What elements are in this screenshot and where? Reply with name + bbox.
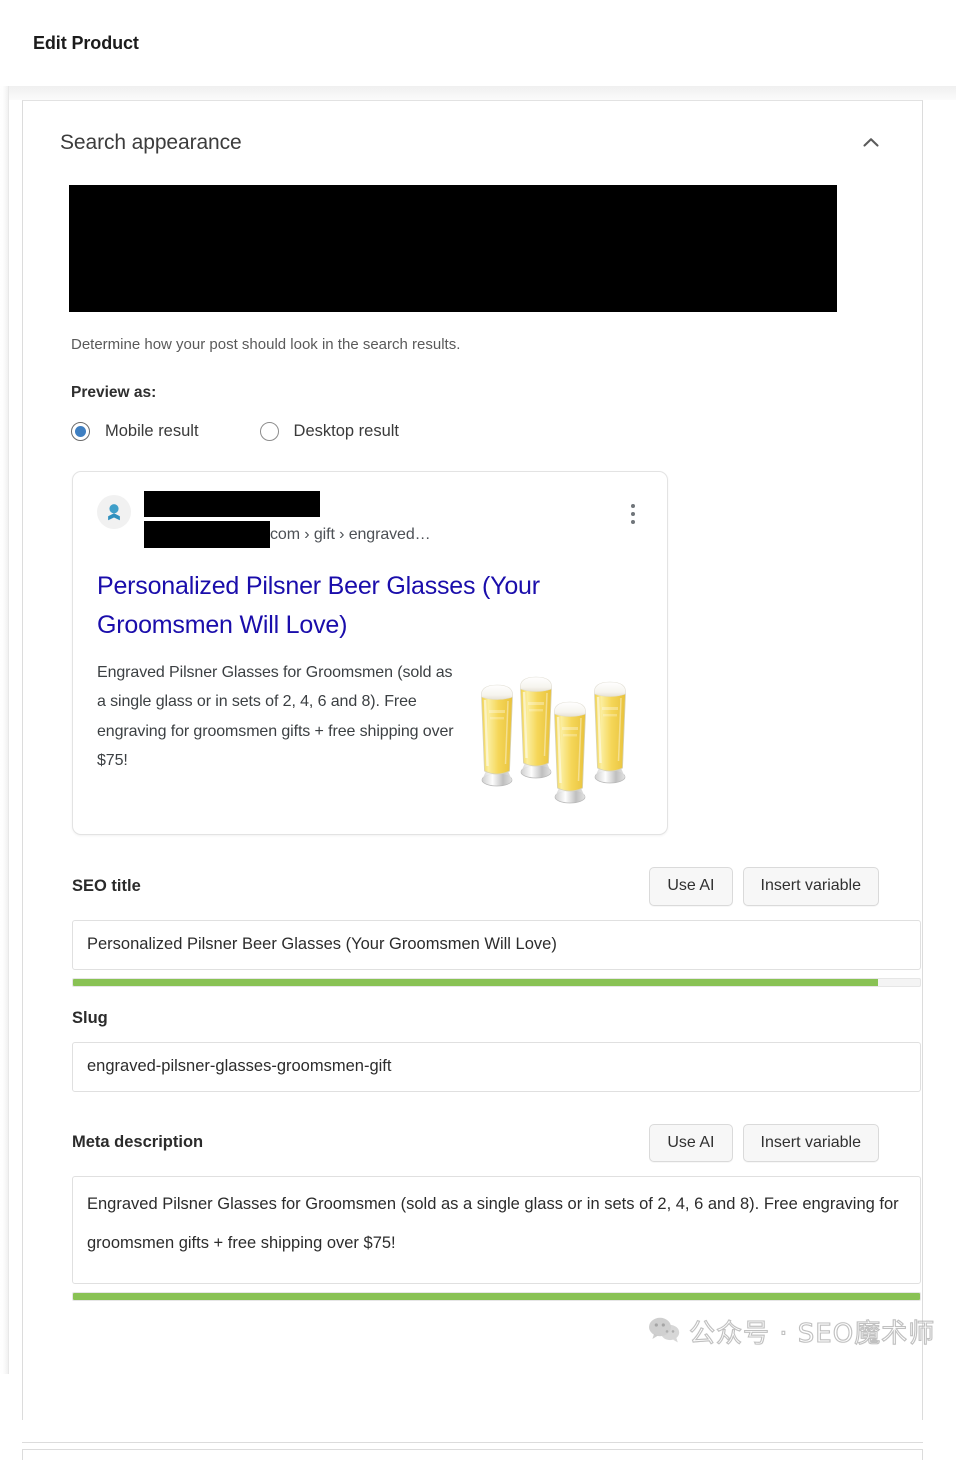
preview-mode-radio-group: Mobile result Desktop result [71, 422, 888, 441]
radio-mobile-result-label: Mobile result [105, 422, 199, 440]
panel-bottom-divider [22, 1442, 923, 1443]
seo-title-input[interactable] [72, 919, 921, 970]
next-panel-top-edge [22, 1449, 923, 1460]
chevron-up-icon[interactable] [854, 126, 888, 160]
meta-description-textarea[interactable] [72, 1176, 921, 1285]
site-favicon-icon [97, 495, 131, 529]
kebab-menu-icon[interactable] [621, 497, 645, 531]
redacted-preview-banner [69, 185, 837, 312]
preview-as-label: Preview as: [71, 384, 157, 401]
seo-title-insert-variable-button[interactable]: Insert variable [742, 867, 879, 906]
pilsner-beer-glasses-image [470, 660, 645, 810]
serp-preview-card: com › gift › engraved… Personalized Pils… [72, 471, 668, 835]
meta-description-length-meter [72, 1292, 921, 1302]
seo-title-header: SEO title Use AI Insert variable [72, 867, 888, 906]
serp-result-description: Engraved Pilsner Glasses for Groomsmen (… [97, 664, 454, 770]
radio-selected-icon [71, 422, 90, 441]
app-topbar: Edit Product [0, 0, 956, 86]
slug-label: Slug [72, 1008, 108, 1027]
meta-description-actions: Use AI Insert variable [649, 1123, 879, 1163]
panel-header: Search appearance [23, 101, 922, 185]
serp-url-row: com › gift › engraved… [144, 521, 621, 548]
search-appearance-panel: Search appearance Determine how your pos… [22, 100, 923, 1420]
seo-title-meter-fill [73, 978, 878, 986]
kebab-dot [631, 504, 635, 508]
meta-description-header: Meta description Use AI Insert variable [72, 1123, 888, 1163]
page-title: Edit Product [33, 32, 139, 53]
left-gutter [0, 86, 9, 1374]
serp-site-identity: com › gift › engraved… [144, 491, 621, 548]
radio-unselected-icon [259, 422, 279, 441]
seo-title-use-ai-button[interactable]: Use AI [649, 867, 733, 906]
meta-description-meter-fill [73, 1293, 920, 1301]
radio-mobile-result[interactable]: Mobile result [71, 422, 199, 441]
radio-desktop-result[interactable]: Desktop result [259, 422, 400, 441]
redacted-site-name [144, 491, 320, 517]
meta-description-insert-variable-button[interactable]: Insert variable [742, 1123, 879, 1163]
slug-input[interactable] [72, 1041, 921, 1092]
kebab-dot [631, 520, 635, 524]
redacted-domain [144, 521, 270, 548]
content-scroll-shell: Search appearance Determine how your pos… [0, 86, 956, 1460]
panel-body: Determine how your post should look in t… [23, 185, 922, 1302]
serp-body-row: Engraved Pilsner Glasses for Groomsmen (… [97, 658, 645, 810]
radio-desktop-result-label: Desktop result [293, 422, 400, 440]
seo-title-label: SEO title [72, 876, 141, 895]
serp-result-title[interactable]: Personalized Pilsner Beer Glasses (Your … [97, 567, 645, 645]
serp-url-breadcrumb: com › gift › engraved… [270, 525, 431, 543]
kebab-dot [631, 512, 635, 516]
seo-title-actions: Use AI Insert variable [649, 867, 879, 906]
meta-description-use-ai-button[interactable]: Use AI [649, 1123, 733, 1163]
seo-title-length-meter [72, 977, 921, 987]
meta-description-label: Meta description [72, 1133, 204, 1152]
serp-header-row: com › gift › engraved… [97, 491, 645, 548]
panel-top-strip [9, 86, 956, 100]
panel-help-text: Determine how your post should look in t… [71, 336, 461, 353]
panel-heading: Search appearance [60, 131, 242, 154]
